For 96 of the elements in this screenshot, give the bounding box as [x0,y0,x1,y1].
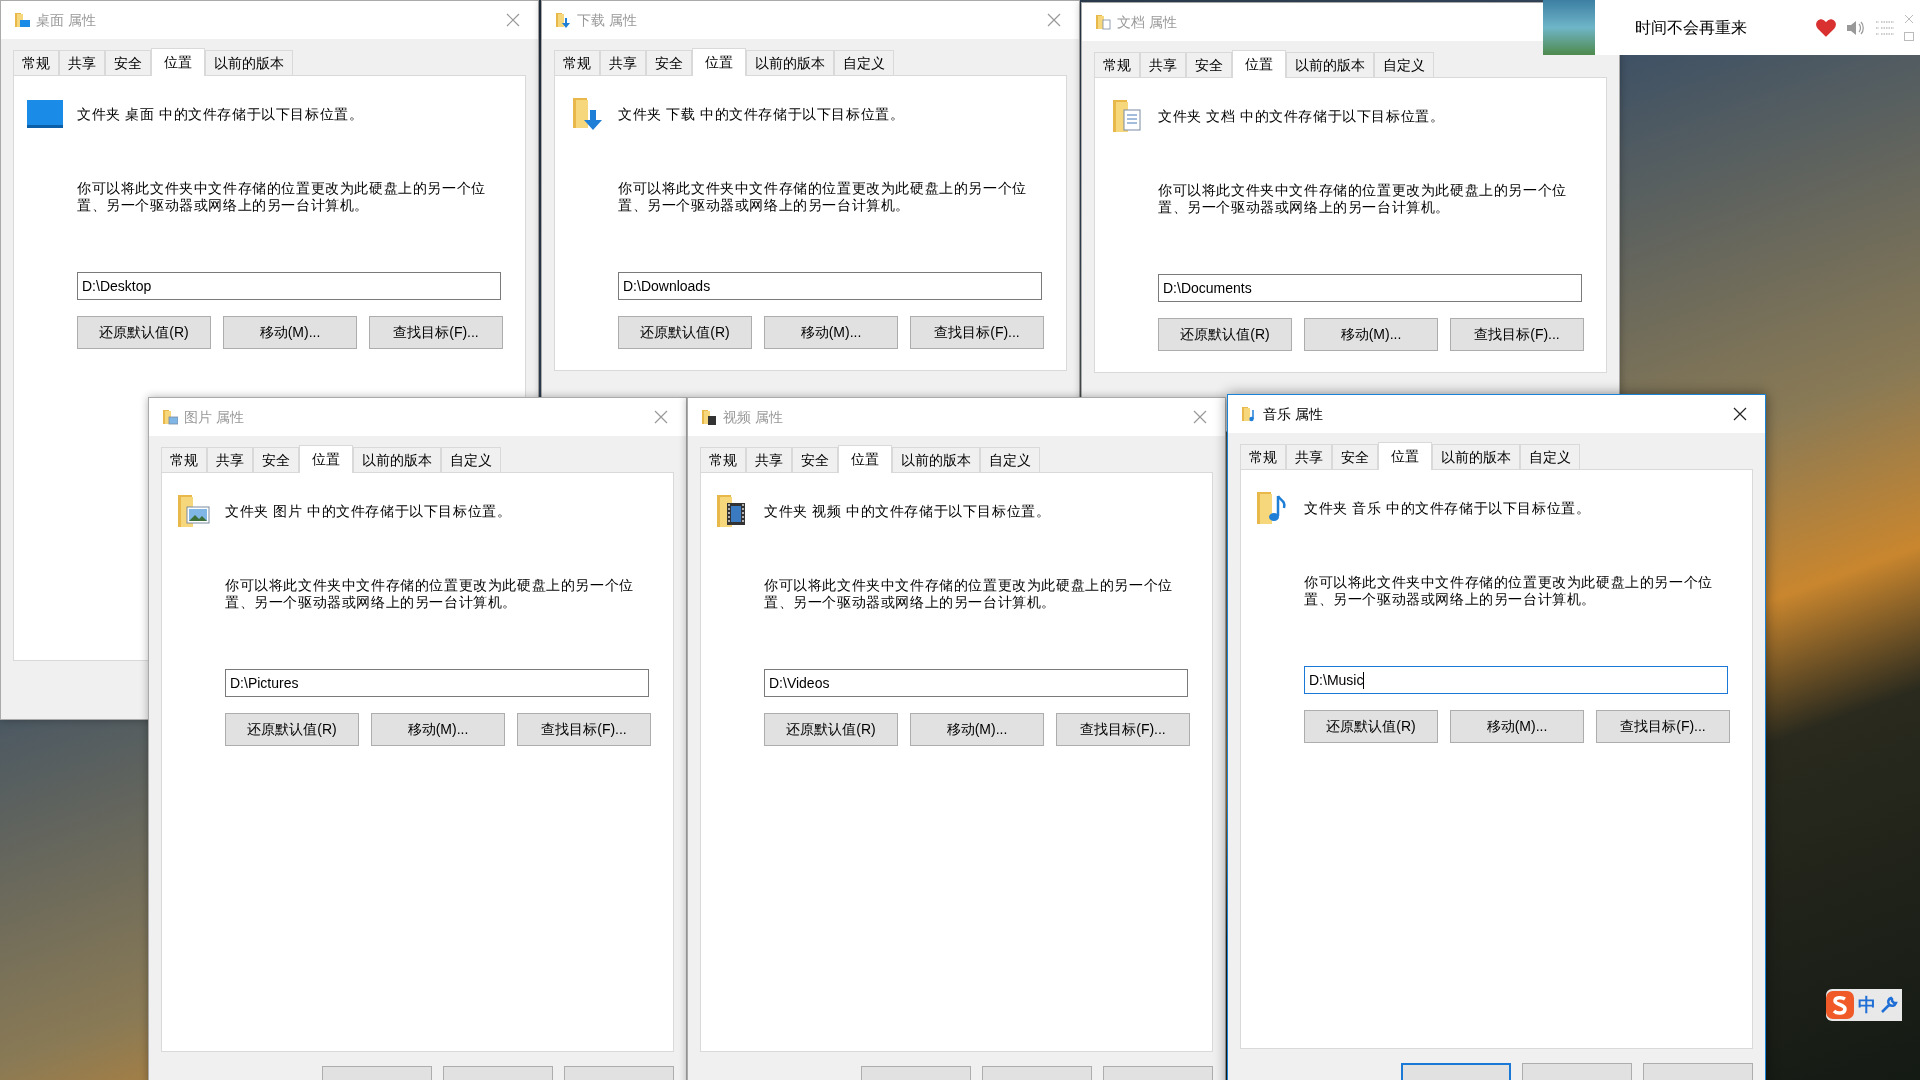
tab[interactable]: 共享 [59,50,105,75]
dialog-button[interactable]: 还原默认值(R) [764,713,898,746]
tab[interactable]: 安全 [792,447,838,472]
tab[interactable]: 位置 [692,48,746,76]
folder-icon [14,12,30,28]
description-text: 文件夹 图片 中的文件存储于以下目标位置。 [225,501,512,521]
tab[interactable]: 常规 [1094,52,1140,77]
description-text: 文件夹 桌面 中的文件存储于以下目标位置。 [77,104,364,124]
song-title: 时间不会再重来 [1635,17,1747,38]
dialog-button[interactable]: 还原默认值(R) [225,713,359,746]
tab[interactable]: 位置 [299,445,353,473]
dialog-button[interactable]: 还原默认值(R) [1304,710,1438,743]
description-text: 文件夹 视频 中的文件存储于以下目标位置。 [764,501,1051,521]
dialog-button[interactable]: 查找目标(F)... [1056,713,1190,746]
dialog-button[interactable]: 还原默认值(R) [618,316,752,349]
folder-icon [1095,14,1111,30]
info-text: 你可以将此文件夹中文件存储的位置更改为此硬盘上的另一个位置、另一个驱动器或网络上的另一台计算机。 [77,180,487,214]
dialog-button[interactable]: 查找目标(F)... [910,316,1044,349]
tab[interactable]: 常规 [1240,444,1286,469]
path-field[interactable]: D:\Music [1304,666,1728,694]
tab[interactable]: 位置 [1378,442,1432,470]
dialog-button[interactable]: 移动(M)... [371,713,505,746]
info-text: 你可以将此文件夹中文件存储的位置更改为此硬盘上的另一个位置、另一个驱动器或网络上的另一台计算机。 [618,180,1028,214]
album-art-placeholder [1543,0,1595,55]
info-text: 你可以将此文件夹中文件存储的位置更改为此硬盘上的另一个位置、另一个驱动器或网络上的另一台计算机。 [1158,182,1568,216]
monitor-icon [27,100,63,128]
window-title: 桌面 属性 [36,10,96,30]
heart-icon[interactable] [1816,18,1836,37]
dialog-button[interactable]: 查找目标(F)... [369,316,503,349]
tab[interactable]: 自定义 [1520,444,1580,469]
description-text: 文件夹 下载 中的文件存储于以下目标位置。 [618,104,905,124]
tab[interactable]: 以前的版本 [1432,444,1520,469]
tab[interactable]: 位置 [151,48,205,76]
path-field[interactable]: D:\Videos [764,669,1188,697]
description-text: 文件夹 文档 中的文件存储于以下目标位置。 [1158,106,1445,126]
window-title: 音乐 属性 [1263,404,1323,424]
dialog-button[interactable]: 移动(M)... [910,713,1044,746]
tab[interactable]: 自定义 [441,447,501,472]
tab[interactable]: 共享 [1286,444,1332,469]
folder-icon [1241,406,1257,422]
path-field[interactable]: D:\Desktop [77,272,501,300]
wrench-icon[interactable] [1880,996,1898,1014]
tab[interactable]: 常规 [13,50,59,75]
folder-icon [555,12,571,28]
tab[interactable]: 位置 [838,445,892,473]
square-icon[interactable] [1904,32,1914,41]
tab[interactable]: 常规 [554,50,600,75]
tab[interactable]: 以前的版本 [1286,52,1374,77]
ime-mode[interactable]: 中 [1858,991,1876,1019]
tab[interactable]: 共享 [207,447,253,472]
path-field[interactable]: D:\Pictures [225,669,649,697]
tab[interactable]: 常规 [700,447,746,472]
dialog-button[interactable]: 查找目标(F)... [1450,318,1584,351]
tab[interactable]: 安全 [105,50,151,75]
tab[interactable]: 以前的版本 [746,50,834,75]
dialog-button[interactable]: 还原默认值(R) [77,316,211,349]
window-title: 视频 属性 [723,407,783,427]
dialog-button[interactable]: 移动(M)... [1450,710,1584,743]
playlist-icon[interactable] [1876,19,1894,36]
tab[interactable]: 位置 [1232,50,1286,78]
close-icon[interactable] [1733,407,1747,421]
dialog-button[interactable]: 查找目标(F)... [517,713,651,746]
tab[interactable]: 共享 [746,447,792,472]
tab[interactable]: 共享 [1140,52,1186,77]
window-title: 图片 属性 [184,407,244,427]
logo-icon [1826,991,1854,1019]
path-field[interactable]: D:\Downloads [618,272,1042,300]
info-text: 你可以将此文件夹中文件存储的位置更改为此硬盘上的另一个位置、另一个驱动器或网络上的另一台计算机。 [764,577,1174,611]
dialog-button[interactable]: 移动(M)... [223,316,357,349]
description-text: 文件夹 音乐 中的文件存储于以下目标位置。 [1304,498,1591,518]
speaker-icon[interactable] [1846,18,1866,37]
info-text: 你可以将此文件夹中文件存储的位置更改为此硬盘上的另一个位置、另一个驱动器或网络上的另一台计算机。 [225,577,635,611]
tab[interactable]: 以前的版本 [205,50,293,75]
dialog-button[interactable]: 还原默认值(R) [1158,318,1292,351]
folder-picture-icon [175,493,211,529]
tab[interactable]: 以前的版本 [353,447,441,472]
folder-icon [701,409,717,425]
tab[interactable]: 自定义 [1374,52,1434,77]
ime-toolbar[interactable]: 中 [1826,989,1902,1021]
tab[interactable]: 自定义 [980,447,1040,472]
window-title: 文档 属性 [1117,12,1177,32]
tab[interactable]: 安全 [253,447,299,472]
dialog-button[interactable]: 查找目标(F)... [1596,710,1730,743]
folder-icon [162,409,178,425]
path-field[interactable]: D:\Documents [1158,274,1582,302]
tab[interactable]: 自定义 [834,50,894,75]
dialog-button[interactable]: 移动(M)... [1304,318,1438,351]
dialog-button[interactable]: 移动(M)... [764,316,898,349]
window-title: 下载 属性 [577,10,637,30]
tab[interactable]: 共享 [600,50,646,75]
tab[interactable]: 安全 [1186,52,1232,77]
info-text: 你可以将此文件夹中文件存储的位置更改为此硬盘上的另一个位置、另一个驱动器或网络上的另一台计算机。 [1304,574,1714,608]
tab[interactable]: 常规 [161,447,207,472]
tab[interactable]: 安全 [646,50,692,75]
tab[interactable]: 安全 [1332,444,1378,469]
tab[interactable]: 以前的版本 [892,447,980,472]
